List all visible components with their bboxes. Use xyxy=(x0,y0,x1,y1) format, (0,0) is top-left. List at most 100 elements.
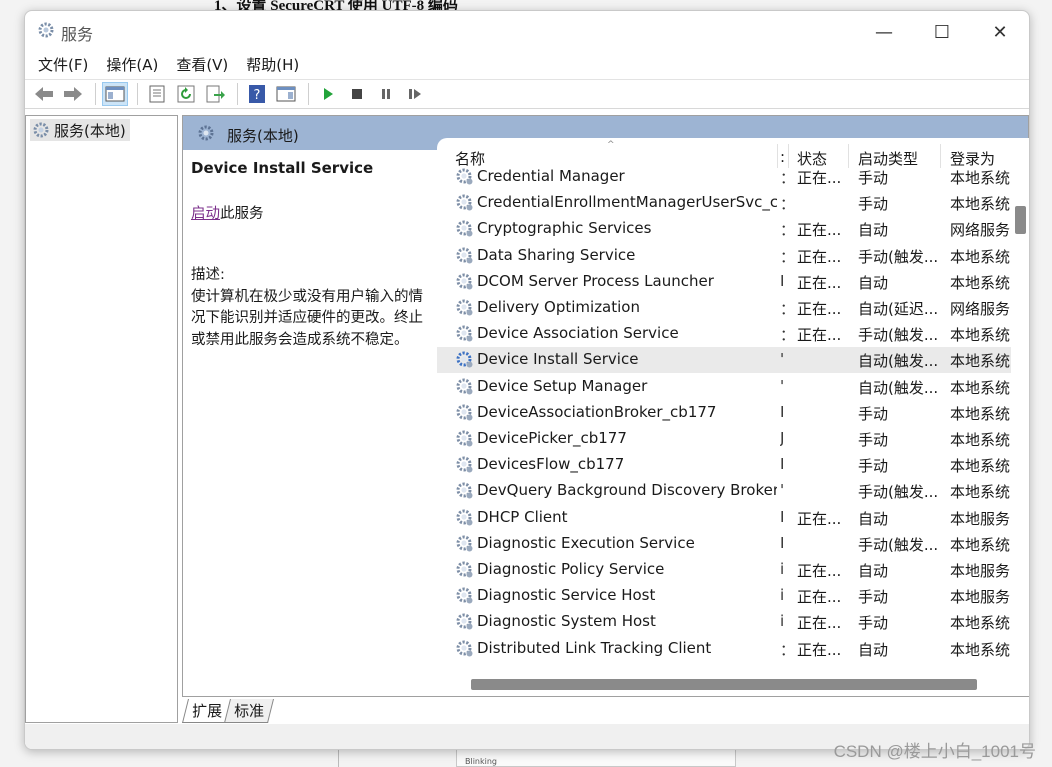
service-gear-icon xyxy=(456,168,473,185)
start-service-button[interactable] xyxy=(315,82,341,106)
refresh-icon xyxy=(177,85,195,103)
table-row[interactable]: DHCP Client I 正在... 自动 本地服务 xyxy=(437,505,1013,531)
service-status: 正在... xyxy=(797,509,842,528)
table-row[interactable]: Data Sharing Service ： 正在... 手动(触发... 本地系统 xyxy=(437,243,1013,269)
services-gear-icon xyxy=(198,125,214,141)
menu-help[interactable]: 帮助(H) xyxy=(241,51,304,77)
service-name: DHCP Client xyxy=(477,507,568,526)
toolbar-separator xyxy=(308,83,309,105)
properties-icon xyxy=(149,85,165,103)
service-startup-type: 手动 xyxy=(858,614,889,633)
service-gear-icon xyxy=(456,220,473,237)
service-startup-type: 手动(触发... xyxy=(858,247,939,266)
service-status: 正在... xyxy=(797,614,842,633)
back-button[interactable] xyxy=(31,82,57,106)
service-name: Diagnostic Policy Service xyxy=(477,560,665,578)
show-action-pane-button[interactable] xyxy=(273,82,299,106)
tab-standard[interactable]: 标准 xyxy=(224,699,275,723)
action-pane-icon xyxy=(276,86,296,102)
service-gear-icon xyxy=(456,456,473,473)
service-startup-type: 手动(触发... xyxy=(858,326,939,345)
table-row[interactable]: DevQuery Background Discovery Broker ' 手动(… xyxy=(437,478,1013,504)
tab-standard-label: 标准 xyxy=(234,702,265,720)
title-bar[interactable]: 服务 — ☐ ✕ xyxy=(25,11,1029,51)
horizontal-scroll-thumb[interactable] xyxy=(471,679,977,690)
restart-service-button[interactable] xyxy=(402,82,428,106)
stop-service-button[interactable] xyxy=(344,82,370,106)
service-status: 正在... xyxy=(797,326,842,345)
description-text: 使计算机在极少或没有用户输入的情况下能识别并适应硬件的更改。终止或禁用此服务会造… xyxy=(191,288,423,348)
table-row[interactable]: DevicePicker_cb177 J 手动 本地系统 xyxy=(437,426,1013,452)
menu-view[interactable]: 查看(V) xyxy=(171,51,233,77)
menu-file[interactable]: 文件(F) xyxy=(33,51,93,77)
table-row[interactable]: Cryptographic Services ： 正在... 自动 网络服务 xyxy=(437,216,1013,242)
table-row[interactable]: DCOM Server Process Launcher I 正在... 自动 本地系统 xyxy=(437,269,1013,295)
start-service-link[interactable]: 启动 xyxy=(191,206,220,222)
service-logon-as: 本地系统 xyxy=(950,247,1011,266)
service-gear-icon xyxy=(456,535,473,552)
table-row[interactable]: Distributed Link Tracking Client ： 正在... 自动… xyxy=(437,636,1013,662)
maximize-button[interactable]: ☐ xyxy=(919,17,965,47)
service-description: I xyxy=(780,271,785,290)
properties-button[interactable] xyxy=(144,82,170,106)
table-row[interactable]: Device Setup Manager ' 自动(触发... 本地系统 xyxy=(437,374,1013,400)
vertical-scrollbar[interactable] xyxy=(1011,184,1029,696)
service-startup-type: 自动(触发... xyxy=(858,352,939,371)
service-description: i xyxy=(780,586,785,605)
window-title: 服务 xyxy=(61,25,94,44)
service-status: 正在... xyxy=(797,273,842,292)
service-logon-as: 本地服务 xyxy=(950,588,1011,607)
service-description: i xyxy=(780,612,785,631)
table-row[interactable]: DeviceAssociationBroker_cb177 I 手动 本地系统 xyxy=(437,400,1013,426)
refresh-button[interactable] xyxy=(173,82,199,106)
service-startup-type: 手动 xyxy=(858,457,889,476)
help-icon: ? xyxy=(249,85,265,103)
table-row[interactable]: Device Association Service ： 正在... 手动(触发...… xyxy=(437,321,1013,347)
service-description: ： xyxy=(780,639,788,660)
service-logon-as: 本地系统 xyxy=(950,352,1011,371)
export-list-button[interactable] xyxy=(202,82,228,106)
service-status: 正在... xyxy=(797,562,842,580)
service-description: ： xyxy=(780,324,788,345)
service-logon-as: 本地系统 xyxy=(950,640,1011,659)
pause-service-button[interactable] xyxy=(373,82,399,106)
table-row[interactable]: Diagnostic Execution Service I 手动(触发... 本地系… xyxy=(437,531,1013,557)
close-button[interactable]: ✕ xyxy=(977,17,1023,47)
forward-button[interactable] xyxy=(60,82,86,106)
service-name: Device Install Service xyxy=(477,350,639,369)
back-arrow-icon xyxy=(35,87,53,101)
vertical-scroll-thumb[interactable] xyxy=(1015,206,1026,234)
horizontal-scrollbar[interactable] xyxy=(451,676,1011,692)
table-row[interactable]: DevicesFlow_cb177 I 手动 本地系统 xyxy=(437,452,1013,478)
service-startup-type: 手动 xyxy=(858,195,889,214)
service-startup-type: 手动(触发... xyxy=(858,535,939,554)
table-row[interactable]: Diagnostic System Host i 正在... 手动 本地系统 xyxy=(437,609,1013,635)
help-button[interactable]: ? xyxy=(244,82,270,106)
pane-title: 服务(本地) xyxy=(227,127,299,145)
table-row[interactable]: Credential Manager ： 正在... 手动 本地系统 xyxy=(437,164,1013,190)
table-row[interactable]: Diagnostic Service Host i 正在... 手动 本地服务 xyxy=(437,583,1013,609)
service-status: 正在... xyxy=(797,300,842,318)
pause-icon xyxy=(382,89,390,99)
table-row[interactable]: CredentialEnrollmentManagerUserSvc_cb...… xyxy=(437,190,1013,216)
tree-item-services-local[interactable]: 服务(本地) xyxy=(30,119,130,141)
service-gear-icon xyxy=(456,404,473,421)
service-gear-icon xyxy=(456,509,473,526)
service-description: ： xyxy=(780,167,788,188)
services-window: 服务 — ☐ ✕ 文件(F) 操作(A) 查看(V) 帮助(H) ? 服务(本地… xyxy=(24,10,1030,750)
minimize-button[interactable]: — xyxy=(861,17,907,47)
forward-arrow-icon xyxy=(64,87,82,101)
table-row[interactable]: Delivery Optimization ： 正在... 自动(延迟... 网络服务 xyxy=(437,295,1013,321)
service-logon-as: 本地系统 xyxy=(950,326,1011,345)
table-row[interactable]: Diagnostic Policy Service i 正在... 自动 本地服务 xyxy=(437,557,1013,583)
service-status: 正在... xyxy=(797,247,842,266)
service-logon-as: 网络服务 xyxy=(950,300,1011,318)
table-row[interactable]: Device Install Service ' 自动(触发... 本地系统 xyxy=(437,347,1013,374)
service-startup-type: 自动 xyxy=(858,509,889,528)
service-description: ' xyxy=(780,481,785,500)
menu-action[interactable]: 操作(A) xyxy=(101,51,163,77)
service-name: Credential Manager xyxy=(477,167,625,185)
service-name: Device Setup Manager xyxy=(477,376,648,395)
show-tree-button[interactable] xyxy=(102,82,128,106)
service-gear-icon xyxy=(456,273,473,290)
